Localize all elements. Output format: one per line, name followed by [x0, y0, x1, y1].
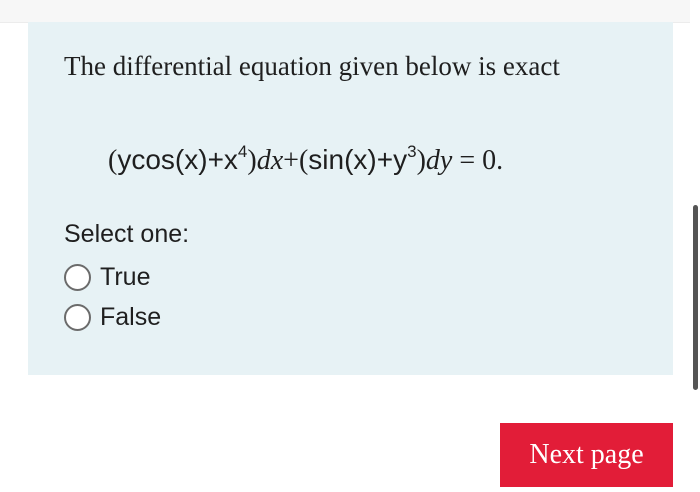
- select-one-label: Select one:: [64, 220, 190, 248]
- eq-exponent-4: 4: [237, 142, 248, 161]
- eq-close-paren: ): [247, 145, 257, 176]
- eq-dx: dx: [256, 145, 284, 176]
- eq-close-paren: ): [416, 145, 426, 176]
- eq-plus: +: [207, 144, 224, 175]
- eq-zero: 0.: [482, 145, 504, 176]
- radio-button-true[interactable]: [64, 263, 91, 291]
- option-false-label[interactable]: False: [100, 303, 161, 332]
- option-true[interactable]: True: [64, 260, 150, 294]
- top-strip: [0, 0, 690, 23]
- eq-plus: +: [283, 145, 299, 176]
- radio-button-false[interactable]: [64, 303, 91, 331]
- equation: (ycos(x)+x4)dx+(sin(x)+y3)dy = 0.: [108, 140, 503, 184]
- question-panel: The differential equation given below is…: [28, 22, 673, 375]
- next-page-button[interactable]: Next page: [500, 423, 673, 487]
- eq-cos: cos: [131, 144, 175, 175]
- eq-sin: sin: [308, 144, 345, 175]
- eq-dy: dy: [425, 145, 453, 176]
- eq-arg-x: (x): [344, 144, 377, 175]
- scrollbar[interactable]: [692, 0, 700, 492]
- scrollbar-thumb[interactable]: [693, 205, 698, 390]
- eq-arg-x: (x): [174, 144, 208, 175]
- eq-x: x: [223, 144, 238, 175]
- eq-y: y: [117, 144, 132, 175]
- eq-plus: +: [376, 144, 394, 175]
- eq-open-paren: (: [108, 145, 118, 176]
- eq-equals: =: [452, 145, 483, 176]
- option-false[interactable]: False: [64, 300, 161, 334]
- eq-open-paren: (: [298, 145, 309, 176]
- eq-exponent-3: 3: [407, 142, 417, 161]
- eq-y: y: [393, 144, 408, 175]
- option-true-label[interactable]: True: [100, 263, 150, 292]
- question-text: The differential equation given below is…: [64, 51, 560, 81]
